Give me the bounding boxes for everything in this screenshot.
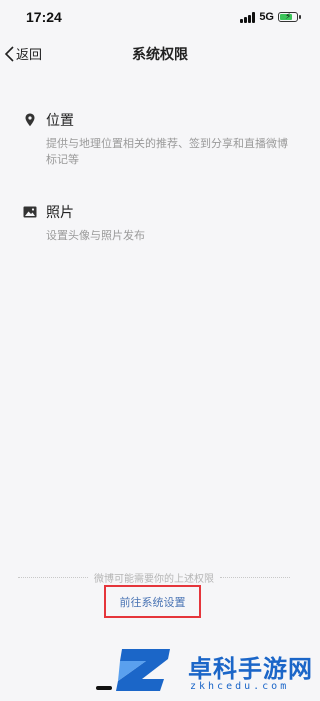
permission-hint: 微博可能需要你的上述权限 xyxy=(18,570,290,585)
watermark-logo-icon xyxy=(116,649,170,691)
battery-charging-icon: ⚡ xyxy=(278,12,301,22)
watermark: 卓科手游网 zkhcedu.com xyxy=(110,643,320,701)
divider xyxy=(18,576,88,578)
permission-location: 位置 提供与地理位置相关的推荐、签到分享和直播微博标记等 xyxy=(22,110,302,168)
page-title: 系统权限 xyxy=(132,47,188,63)
divider xyxy=(220,576,290,578)
signal-icon xyxy=(240,11,256,23)
permission-title: 照片 xyxy=(46,205,74,221)
watermark-title: 卓科手游网 xyxy=(188,655,313,683)
location-pin-icon xyxy=(25,113,35,127)
nav-bar: 返回 系统权限 xyxy=(0,36,320,70)
watermark-domain: zkhcedu.com xyxy=(190,681,290,692)
hint-text: 微博可能需要你的上述权限 xyxy=(94,573,214,585)
button-label: 前往系统设置 xyxy=(119,595,186,609)
status-icons: 5G ⚡ xyxy=(240,10,301,24)
permission-photos: 照片 设置头像与照片发布 xyxy=(22,202,302,244)
status-bar: 17:24 5G ⚡ xyxy=(0,0,320,34)
network-type: 5G xyxy=(259,11,274,23)
image-icon xyxy=(23,206,37,218)
goto-system-settings-button[interactable]: 前往系统设置 xyxy=(104,585,201,618)
permission-description: 提供与地理位置相关的推荐、签到分享和直播微博标记等 xyxy=(46,137,288,166)
status-time: 17:24 xyxy=(26,9,62,25)
permission-description: 设置头像与照片发布 xyxy=(46,229,145,242)
permission-title: 位置 xyxy=(46,113,74,129)
home-indicator xyxy=(96,686,112,690)
